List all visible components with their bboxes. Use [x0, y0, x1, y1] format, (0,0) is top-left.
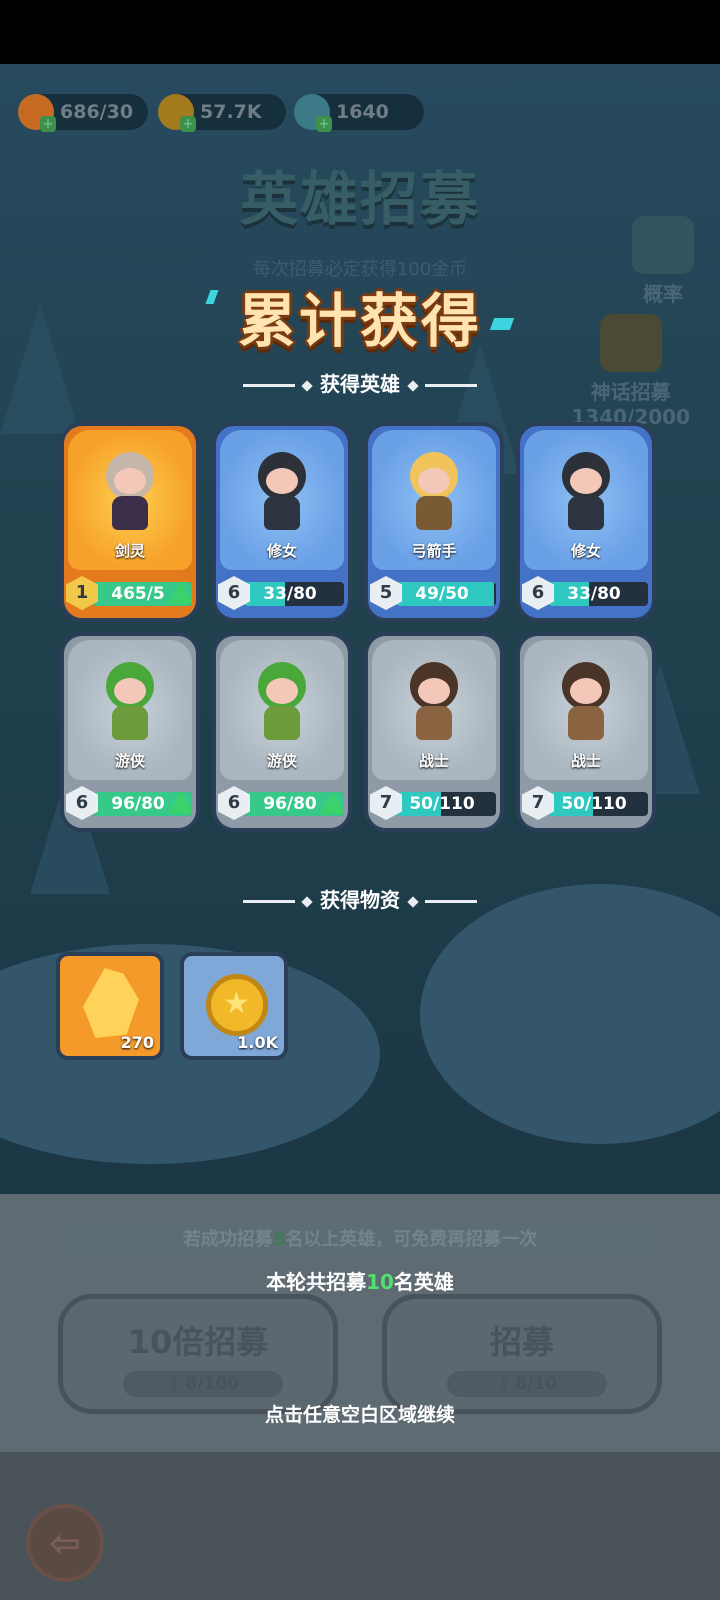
hero-name: 游侠 — [266, 752, 297, 770]
hero-card[interactable]: 战士 50/110 7 — [516, 632, 656, 832]
ten-recruit-cost: ⚷ 8/100 — [123, 1371, 283, 1397]
item-gold-coin[interactable]: ★ 1.0K — [180, 952, 288, 1060]
hero-shard-progress: 96/80 — [244, 792, 344, 816]
hero-card[interactable]: 弓箭手 49/50 5 — [364, 422, 504, 622]
hero-shard-progress: 50/110 — [396, 792, 496, 816]
hero-card[interactable]: 修女 33/80 6 — [516, 422, 656, 622]
key-icon: ⚷ — [496, 1374, 516, 1394]
hero-portrait — [250, 452, 314, 542]
upgrade-arrow-icon — [168, 792, 192, 814]
hero-portrait — [402, 452, 466, 542]
result-overlay[interactable]: 累计获得 获得英雄 剑灵 465/5 1 修女 33/80 6 弓箭手 49/50 5 修女 33/… — [0, 64, 720, 1600]
recruit-label: 招募 — [489, 1323, 554, 1361]
hero-portrait — [554, 662, 618, 752]
upgrade-arrow-icon — [320, 792, 344, 814]
heroes-section-heading: 获得英雄 — [0, 368, 720, 397]
hero-portrait — [98, 452, 162, 542]
hero-portrait — [98, 662, 162, 752]
recruit-button[interactable]: 招募 ⚷ 8/10 — [382, 1294, 662, 1414]
item-count: 270 — [120, 1033, 154, 1052]
back-button[interactable]: ⇦ — [26, 1504, 104, 1582]
hero-name: 游侠 — [114, 752, 145, 770]
upgrade-arrow-icon — [168, 582, 192, 604]
hero-progress-text: 50/110 — [409, 794, 475, 814]
bonus-hint: 若成功招募5名以上英雄，可免费再招募一次 — [60, 1222, 660, 1258]
ten-recruit-label: 10倍招募 — [127, 1323, 269, 1361]
hero-shard-progress: 49/50 — [396, 582, 496, 606]
items-section-heading: 获得物资 — [0, 884, 720, 913]
hero-name: 弓箭手 — [411, 542, 457, 560]
status-bar — [0, 0, 720, 64]
hero-progress-text: 50/110 — [561, 794, 627, 814]
recruit-summary: 本轮共招募10名英雄 — [266, 1270, 454, 1294]
hero-name: 战士 — [418, 752, 449, 770]
hero-portrait — [402, 662, 466, 752]
gold-coin-icon: ★ — [206, 974, 268, 1036]
ten-recruit-button[interactable]: 10倍招募 ⚷ 8/100 — [58, 1294, 338, 1414]
key-icon: ⚷ — [167, 1374, 186, 1394]
hero-card[interactable]: 剑灵 465/5 1 — [60, 422, 200, 622]
items-section-label: 获得物资 — [320, 888, 400, 912]
hero-card[interactable]: 战士 50/110 7 — [364, 632, 504, 832]
hero-portrait — [554, 452, 618, 542]
hero-progress-text: 33/80 — [263, 584, 317, 604]
result-title: 累计获得 — [237, 287, 482, 355]
hero-portrait — [250, 662, 314, 752]
tap-to-continue-hint: 点击任意空白区域继续 — [264, 1404, 455, 1426]
hero-name: 修女 — [570, 542, 601, 560]
hero-shard-progress: 33/80 — [244, 582, 344, 606]
hero-progress-text: 49/50 — [415, 584, 469, 604]
hero-card[interactable]: 修女 33/80 6 — [212, 422, 352, 622]
hero-name: 修女 — [266, 542, 297, 560]
hero-name: 战士 — [570, 752, 601, 770]
crystal-icon — [83, 968, 139, 1038]
hero-progress-text: 33/80 — [567, 584, 621, 604]
hero-shard-progress: 33/80 — [548, 582, 648, 606]
hero-card[interactable]: 游侠 96/80 6 — [60, 632, 200, 832]
recruit-cost: ⚷ 8/10 — [447, 1371, 607, 1397]
item-crystal[interactable]: 270 — [56, 952, 164, 1060]
heroes-section-label: 获得英雄 — [320, 372, 400, 396]
back-arrow-icon: ⇦ — [49, 1521, 81, 1565]
hero-name: 剑灵 — [114, 542, 145, 560]
hero-shard-progress: 96/80 — [92, 792, 192, 816]
item-count: 1.0K — [237, 1033, 278, 1052]
hero-card[interactable]: 游侠 96/80 6 — [212, 632, 352, 832]
hero-shard-progress: 465/5 — [92, 582, 192, 606]
hero-shard-progress: 50/110 — [548, 792, 648, 816]
